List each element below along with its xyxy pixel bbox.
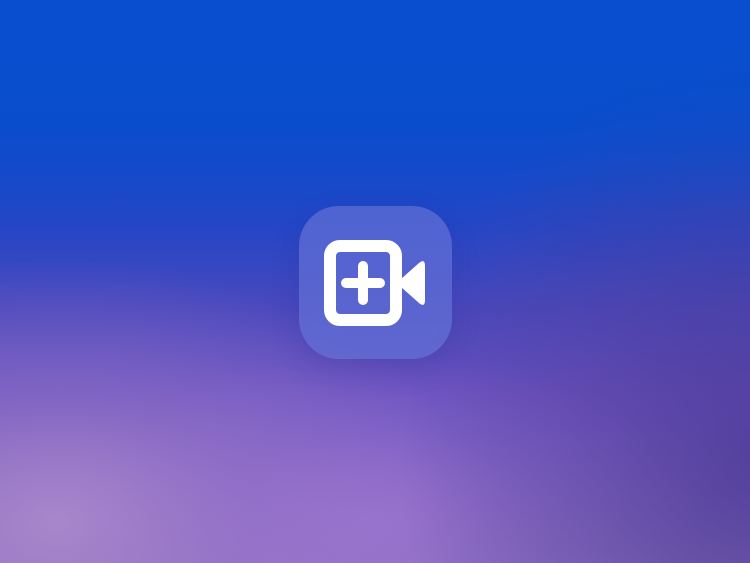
screen-background xyxy=(0,0,750,563)
new-video-app-button[interactable] xyxy=(299,206,452,359)
video-add-icon xyxy=(323,239,425,326)
